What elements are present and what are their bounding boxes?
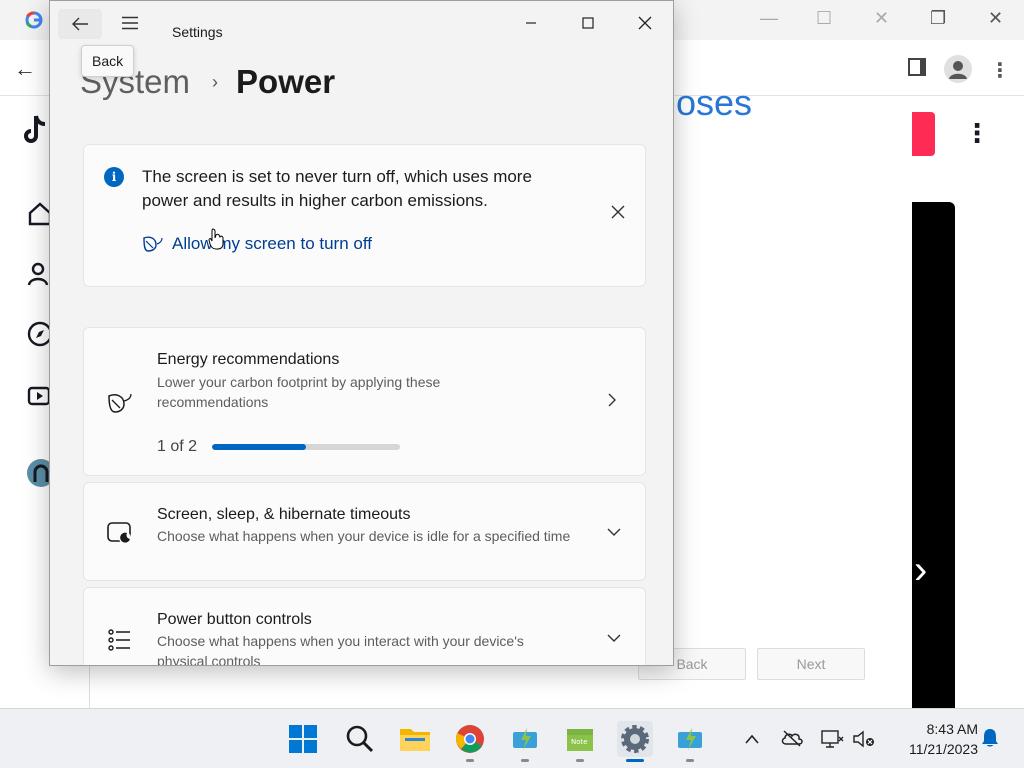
settings-active-indicator [626,759,644,762]
app-icon-2[interactable] [672,721,708,757]
energy-recommendations-description: Lower your carbon footprint by applying … [157,374,441,410]
energy-recommendations-card[interactable]: Energy recommendations Lower your carbon… [83,327,646,476]
pager-next-button[interactable]: Next [757,648,865,680]
allow-screen-off-link[interactable]: Allow my screen to turn off [142,234,372,254]
allow-screen-off-label: Allow my screen to turn off [172,234,372,253]
app-1-running-indicator [521,759,529,762]
close-button[interactable] [630,11,660,35]
close-icon[interactable]: ✕ [874,8,889,29]
info-icon: i [104,167,124,187]
screen-sleep-title: Screen, sleep, & hibernate timeouts [157,506,411,523]
minimize-icon[interactable]: — [760,8,778,29]
recommendations-progress-label: 1 of 2 [157,438,198,455]
screen-timeout-notice: i The screen is set to never turn off, w… [83,144,646,287]
next-video-icon[interactable]: › [914,548,927,593]
start-button[interactable] [285,721,321,757]
notes-app-icon[interactable]: Note [562,721,598,757]
side-panel-icon[interactable] [908,58,926,76]
page-title: Power [236,63,336,100]
leaf-heart-icon [106,390,134,418]
recommendations-progress-fill [212,444,306,450]
file-explorer-icon[interactable] [397,721,433,757]
svg-text:Note: Note [571,738,588,746]
maximize-button[interactable] [573,11,603,35]
page-heading-fragment: oses [676,82,753,123]
breadcrumb-chevron-icon: › [212,71,219,92]
google-logo-icon[interactable] [24,10,44,30]
restore-icon[interactable]: ❐ [930,8,946,29]
video-player[interactable] [912,202,955,708]
show-hidden-icons-icon[interactable] [744,729,760,750]
power-button-description: Choose what happens when you interact wi… [157,633,524,666]
chevron-right-icon [606,392,618,413]
power-button-controls-card[interactable]: Power button controls Choose what happen… [83,587,646,666]
tiktok-logo-icon[interactable] [20,114,50,144]
screen-sleep-timeouts-card[interactable]: Screen, sleep, & hibernate timeouts Choo… [83,482,646,581]
screen-sleep-icon [106,519,134,547]
navigation-menu-icon[interactable] [116,9,144,37]
onedrive-offline-icon[interactable] [780,729,804,752]
eco-leaf-icon [142,235,164,253]
browser-close-icon[interactable]: ✕ [988,8,1003,29]
clock-date: 11/21/2023 [908,741,978,757]
browser-back-icon[interactable]: ← [14,56,36,82]
maximize-icon[interactable]: ☐ [816,8,832,29]
upload-button[interactable] [912,112,935,156]
power-button-title: Power button controls [157,611,312,628]
chevron-down-icon [606,525,622,543]
settings-window: Settings Back System › Power i The scree… [49,0,674,666]
search-button[interactable] [342,721,378,757]
hand-cursor-icon [208,228,224,255]
clock-time: 8:43 AM [926,721,978,737]
title-bar: Settings [50,1,673,41]
energy-recommendations-title: Energy recommendations [157,351,340,368]
minimize-button[interactable] [516,11,546,35]
dismiss-notice-button[interactable] [610,203,626,226]
window-title: Settings [172,24,223,40]
system-clock[interactable]: 8:43 AM 11/21/2023 [882,719,978,759]
back-button[interactable] [58,9,102,39]
more-options-icon[interactable]: ⋮ [964,118,990,149]
list-settings-icon [106,626,134,654]
app-icon-1[interactable] [507,721,543,757]
notification-bell-icon[interactable] [980,727,1000,754]
taskbar: Note 8:43 AM 11/21/2023 [0,708,1024,768]
notes-running-indicator [576,759,584,762]
profile-avatar-icon[interactable] [944,55,972,83]
network-icon[interactable] [820,729,844,754]
screen-sleep-description: Choose what happens when your device is … [157,528,571,544]
chrome-running-indicator [466,759,474,762]
recommendations-progress-bar [212,444,400,450]
notice-text: The screen is set to never turn off, whi… [142,167,532,210]
app-2-running-indicator [686,759,694,762]
volume-muted-icon[interactable] [852,729,876,754]
settings-app-icon[interactable] [617,721,653,757]
chrome-icon[interactable] [452,721,488,757]
chevron-down-icon [606,631,622,649]
back-tooltip: Back [81,45,135,77]
browser-menu-icon[interactable]: ⋮ [990,58,1010,83]
